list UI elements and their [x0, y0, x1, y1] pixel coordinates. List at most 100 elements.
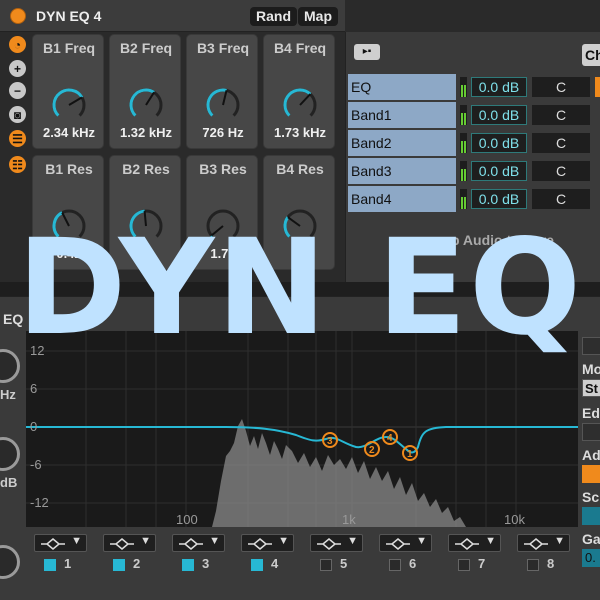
- band-enable-checkbox[interactable]: [527, 559, 539, 571]
- knob-dial[interactable]: [49, 206, 89, 246]
- band-number: 1: [64, 556, 72, 571]
- chain-name[interactable]: EQ: [348, 74, 456, 100]
- gain-value[interactable]: 0.: [582, 549, 600, 567]
- band-enable-checkbox[interactable]: [458, 559, 470, 571]
- chain-row[interactable]: EQ 0.0 dB C: [346, 74, 600, 100]
- mode-select[interactable]: St: [582, 379, 600, 397]
- x-tick-100: 100: [176, 512, 198, 527]
- headphone-button[interactable]: [582, 337, 600, 355]
- macro-knob-3[interactable]: B3 Freq 726 Hz: [186, 34, 258, 149]
- band-enable-checkbox[interactable]: [182, 559, 194, 571]
- filter-type-select[interactable]: ▼: [448, 534, 501, 552]
- device-list-icon[interactable]: ☷: [9, 156, 26, 173]
- chain-name[interactable]: Band3: [348, 158, 456, 184]
- macro-knob-1[interactable]: B1 Freq 2.34 kHz: [32, 34, 104, 149]
- filter-type-select[interactable]: ▼: [379, 534, 432, 552]
- macro-knob-7[interactable]: B3 Res 1.75: [186, 155, 258, 270]
- macro-knob-4[interactable]: B4 Freq 1.73 kHz: [263, 34, 335, 149]
- macro-title: B3 Res: [199, 161, 247, 177]
- knob-dial[interactable]: [126, 206, 166, 246]
- band-enable-checkbox[interactable]: [320, 559, 332, 571]
- filter-type-select[interactable]: ▼: [172, 534, 225, 552]
- eq-response-curve: [26, 426, 578, 454]
- remove-macro-icon[interactable]: −: [9, 82, 26, 99]
- macro-knob-8[interactable]: B4 Res 3.: [263, 155, 335, 270]
- chain-pan[interactable]: C: [532, 77, 590, 97]
- chain-name[interactable]: Band4: [348, 186, 456, 212]
- chevron-down-icon: ▼: [209, 535, 220, 547]
- band-enable-checkbox[interactable]: [113, 559, 125, 571]
- chain-volume[interactable]: 0.0 dB: [471, 105, 527, 125]
- macro-knob-5[interactable]: B1 Res 0.42: [32, 155, 104, 270]
- spectrum-display: [212, 419, 466, 527]
- chain-select-indicator[interactable]: [595, 77, 600, 97]
- chain-pan[interactable]: C: [532, 105, 590, 125]
- band-enable-checkbox[interactable]: [251, 559, 263, 571]
- knob-dial[interactable]: [126, 85, 166, 125]
- chain-volume[interactable]: 0.0 dB: [471, 189, 527, 209]
- adaptive-label: Ad: [582, 447, 600, 463]
- eq-graph[interactable]: 3 2 4 1 12 6 0 -6 -12 100 1k 10k: [26, 331, 578, 527]
- chain-pan[interactable]: C: [532, 133, 590, 153]
- macro-knob-6[interactable]: B2 Res 8: [109, 155, 181, 270]
- freq-knob[interactable]: [0, 349, 20, 383]
- rack-power-button[interactable]: [10, 8, 26, 24]
- chain-pan[interactable]: C: [532, 189, 590, 209]
- knob-dial[interactable]: [203, 85, 243, 125]
- chain-list-icon[interactable]: ☰: [9, 130, 26, 147]
- filter-type-select[interactable]: ▼: [34, 534, 87, 552]
- snapshot-icon[interactable]: ◙: [9, 106, 26, 123]
- edit-toggle[interactable]: [582, 423, 600, 441]
- chain-name[interactable]: Band2: [348, 130, 456, 156]
- knob-dial[interactable]: [280, 206, 320, 246]
- filter-type-select[interactable]: ▼: [517, 534, 570, 552]
- chain-volume[interactable]: 0.0 dB: [471, 133, 527, 153]
- q-knob[interactable]: [0, 545, 20, 579]
- band-number: 8: [547, 556, 555, 571]
- chain-pan[interactable]: C: [532, 161, 590, 181]
- band-number: 2: [133, 556, 141, 571]
- x-tick-1k: 1k: [342, 512, 356, 527]
- filter-type-select[interactable]: ▼: [103, 534, 156, 552]
- chain-name[interactable]: Band1: [348, 102, 456, 128]
- band-controls: ▼ 1 ▼ 2 ▼ 3 ▼ 4 ▼ 5 ▼ 6 ▼ 7 ▼ 8: [26, 529, 578, 579]
- band-number: 6: [409, 556, 417, 571]
- chain-volume[interactable]: 0.0 dB: [471, 77, 527, 97]
- scale-slider[interactable]: [582, 507, 600, 525]
- chevron-down-icon: ▼: [485, 535, 496, 547]
- map-button[interactable]: Map: [298, 7, 338, 26]
- filter-type-select[interactable]: ▼: [241, 534, 294, 552]
- bell-filter-icon: [455, 538, 479, 550]
- macro-knob-2[interactable]: B2 Freq 1.32 kHz: [109, 34, 181, 149]
- gain-knob[interactable]: [0, 437, 20, 471]
- y-tick-minus-6: -6: [30, 457, 42, 472]
- band-2-marker-label: 2: [369, 445, 375, 456]
- knob-dial[interactable]: [280, 85, 320, 125]
- chain-tab[interactable]: Ch: [582, 44, 600, 66]
- x-tick-10k: 10k: [504, 512, 525, 527]
- macro-title: B1 Freq: [42, 40, 96, 56]
- macro-title: B4 Res: [276, 161, 324, 177]
- band-number: 5: [340, 556, 348, 571]
- band-enable-checkbox[interactable]: [389, 559, 401, 571]
- band-6-controls: ▼ 6: [375, 532, 435, 576]
- chain-row[interactable]: Band3 0.0 dB C: [346, 158, 600, 184]
- bell-filter-icon: [524, 538, 548, 550]
- band-enable-checkbox[interactable]: [44, 559, 56, 571]
- eq-device: EQ Hz dB 3 2 4 1 12 6 0 -6 -12 100 1k 10…: [0, 296, 600, 600]
- chain-select-icon[interactable]: ▸▪: [354, 44, 380, 60]
- macro-title: B2 Res: [122, 161, 170, 177]
- adaptive-toggle[interactable]: [582, 465, 600, 483]
- chain-row[interactable]: Band2 0.0 dB C: [346, 130, 600, 156]
- chevron-down-icon: ▼: [347, 535, 358, 547]
- knob-dial[interactable]: [203, 206, 243, 246]
- chain-volume[interactable]: 0.0 dB: [471, 161, 527, 181]
- macro-value: 0.42: [56, 246, 82, 261]
- rand-button[interactable]: Rand: [250, 7, 297, 26]
- filter-type-select[interactable]: ▼: [310, 534, 363, 552]
- macro-view-icon[interactable]: ◔: [9, 36, 26, 53]
- add-macro-icon[interactable]: +: [9, 60, 26, 77]
- knob-dial[interactable]: [49, 85, 89, 125]
- chain-row[interactable]: Band1 0.0 dB C: [346, 102, 600, 128]
- chain-row[interactable]: Band4 0.0 dB C: [346, 186, 600, 212]
